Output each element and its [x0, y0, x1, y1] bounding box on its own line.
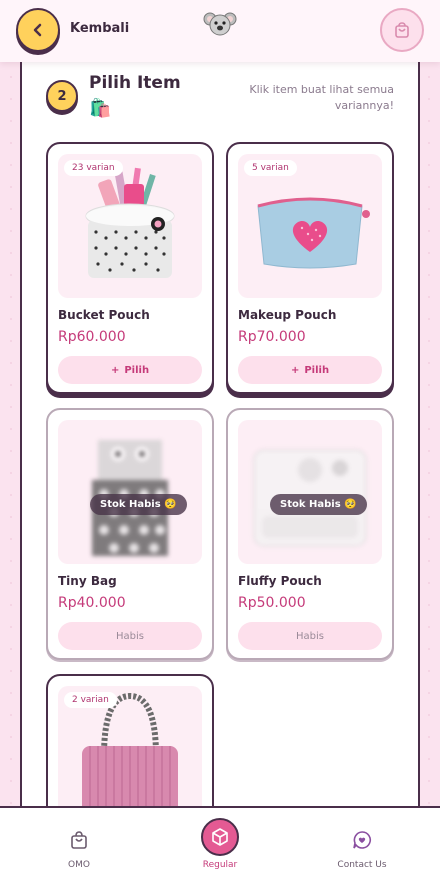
product-image: Stok Habis 🥺 — [58, 420, 202, 564]
back-label[interactable]: Kembali — [70, 21, 129, 36]
product-price: Rp40.000 — [58, 595, 126, 611]
sold-out-button-label: Habis — [116, 630, 144, 642]
step-badge: 2 — [46, 80, 78, 112]
plus-icon: + — [110, 364, 120, 376]
chevron-left-icon — [33, 23, 42, 37]
tiny-bag-image — [92, 440, 168, 556]
shopping-bags-emoji: 🛍️ — [89, 98, 112, 119]
cube-icon — [212, 828, 228, 846]
nav-item-omo[interactable]: OMO — [19, 826, 139, 870]
select-button-label: Pilih — [304, 364, 330, 376]
nav-item-regular[interactable]: Regular — [160, 818, 280, 870]
product-card-fluffy-pouch[interactable]: Stok Habis 🥺 Fluffy Pouch Rp50.000 Habis — [226, 408, 394, 660]
select-button-label: Pilih — [124, 364, 150, 376]
cart-button[interactable] — [380, 8, 424, 52]
variant-badge: 2 varian — [64, 692, 117, 708]
product-card-tiny-bag[interactable]: Stok Habis 🥺 Tiny Bag Rp40.000 Habis — [46, 408, 214, 660]
variant-badge: 23 varian — [64, 160, 123, 176]
shopping-bag-icon — [395, 22, 409, 38]
out-of-stock-badge: Stok Habis 🥺 — [90, 494, 187, 515]
out-of-stock-badge: Stok Habis 🥺 — [270, 494, 367, 515]
top-header: Kembali — [0, 0, 440, 62]
sold-out-button: Habis — [238, 622, 382, 650]
product-card-makeup-pouch[interactable]: 5 varian Makeup Pouch Rp70.000 + Pilih — [226, 142, 394, 394]
back-button[interactable] — [16, 8, 60, 52]
product-image: Stok Habis 🥺 — [238, 420, 382, 564]
nav-label: OMO — [68, 860, 90, 870]
product-name: Fluffy Pouch — [238, 574, 322, 588]
product-image: 5 varian — [238, 154, 382, 298]
nav-label: Contact Us — [337, 860, 387, 870]
sold-out-button-label: Habis — [296, 630, 324, 642]
section-title: Pilih Item — [89, 73, 181, 93]
nav-item-contact-us[interactable]: Contact Us — [302, 826, 422, 870]
sold-out-button: Habis — [58, 622, 202, 650]
chat-heart-icon — [353, 831, 371, 849]
nav-label: Regular — [202, 860, 238, 870]
product-price: Rp60.000 — [58, 329, 126, 345]
product-name: Makeup Pouch — [238, 308, 337, 322]
product-image: 23 varian — [58, 154, 202, 298]
hint-text: Klik item buat lihat semua variannya! — [249, 83, 394, 112]
plus-icon: + — [290, 364, 300, 376]
product-name: Tiny Bag — [58, 574, 117, 588]
select-button[interactable]: + Pilih — [238, 356, 382, 384]
fluffy-pouch-image — [253, 449, 367, 547]
select-button[interactable]: + Pilih — [58, 356, 202, 384]
koala-icon — [203, 12, 237, 36]
product-price: Rp70.000 — [238, 329, 306, 345]
product-price: Rp50.000 — [238, 595, 306, 611]
variant-badge: 5 varian — [244, 160, 297, 176]
product-card-bucket-pouch[interactable]: 23 varian Bucket Pouch Rp60.000 + Pilih — [46, 142, 214, 394]
product-name: Bucket Pouch — [58, 308, 150, 322]
bag-icon — [71, 831, 87, 849]
bottom-navigation: OMO Regular Contact Us — [0, 806, 440, 880]
